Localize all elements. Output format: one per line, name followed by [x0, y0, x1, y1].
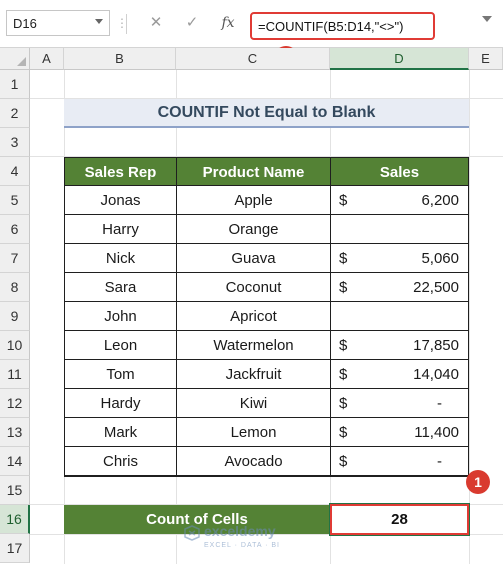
- column-header-b[interactable]: B: [64, 48, 176, 70]
- cell-sales[interactable]: $17,850: [330, 331, 469, 360]
- header-product-name[interactable]: Product Name: [176, 157, 331, 186]
- row-header-5[interactable]: 5: [0, 186, 30, 215]
- row-header-3[interactable]: 3: [0, 128, 30, 157]
- row-header-6[interactable]: 6: [0, 215, 30, 244]
- cell-product[interactable]: Kiwi: [176, 389, 331, 418]
- divider: [126, 14, 127, 34]
- cell-product[interactable]: Watermelon: [176, 331, 331, 360]
- row-header-1[interactable]: 1: [0, 70, 30, 99]
- column-header-a[interactable]: A: [30, 48, 64, 70]
- header-sales[interactable]: Sales: [330, 157, 469, 186]
- cell-sales[interactable]: $ -: [330, 447, 469, 476]
- cell-product[interactable]: Jackfruit: [176, 360, 331, 389]
- cell-sales-rep[interactable]: Harry: [64, 215, 177, 244]
- cell-sales-rep[interactable]: Hardy: [64, 389, 177, 418]
- sales-value: 14,040: [413, 366, 459, 383]
- cell-product[interactable]: Orange: [176, 215, 331, 244]
- row-header-9[interactable]: 9: [0, 302, 30, 331]
- sales-value: 17,850: [413, 337, 459, 354]
- header-sales-rep[interactable]: Sales Rep: [64, 157, 177, 186]
- cell-sales-rep[interactable]: Chris: [64, 447, 177, 476]
- enter-icon[interactable]: ✓: [182, 12, 202, 34]
- sales-value: 22,500: [413, 279, 459, 296]
- formula-bar: D16 ⋮ ✕ ✓ fx =COUNTIF(B5:D14,"<>") 2: [0, 0, 503, 70]
- cell-product[interactable]: Apple: [176, 186, 331, 215]
- row-header-17[interactable]: 17: [0, 534, 30, 563]
- cell-sales-rep[interactable]: Sara: [64, 273, 177, 302]
- sheet-title[interactable]: COUNTIF Not Equal to Blank: [64, 99, 469, 128]
- cell-sales-rep[interactable]: Leon: [64, 331, 177, 360]
- currency-symbol: $: [339, 279, 348, 296]
- cell-sales[interactable]: [330, 302, 469, 331]
- row-header-7[interactable]: 7: [0, 244, 30, 273]
- row-header-16[interactable]: 16: [0, 505, 30, 534]
- cell-product[interactable]: Coconut: [176, 273, 331, 302]
- row-header-15[interactable]: 15: [0, 476, 30, 505]
- currency-symbol: $: [339, 424, 348, 441]
- sales-value: -: [437, 395, 442, 412]
- sales-value: 11,400: [414, 424, 459, 441]
- watermark-name: exceldemy: [204, 523, 276, 539]
- cell-product[interactable]: Avocado: [176, 447, 331, 476]
- cell-sales-rep[interactable]: Tom: [64, 360, 177, 389]
- cancel-icon[interactable]: ✕: [146, 12, 166, 34]
- row-header-12[interactable]: 12: [0, 389, 30, 418]
- row-header-13[interactable]: 13: [0, 418, 30, 447]
- cell-sales[interactable]: $5,060: [330, 244, 469, 273]
- annotation-badge-1: 1: [466, 470, 490, 494]
- exceldemy-logo-icon: [184, 525, 200, 541]
- cell-sales[interactable]: $14,040: [330, 360, 469, 389]
- currency-symbol: $: [339, 192, 348, 209]
- chevron-down-icon[interactable]: [95, 19, 103, 24]
- row-header-10[interactable]: 10: [0, 331, 30, 360]
- cell-sales[interactable]: $ -: [330, 389, 469, 418]
- cell-sales-rep[interactable]: John: [64, 302, 177, 331]
- currency-symbol: $: [339, 337, 348, 354]
- name-box-value: D16: [13, 16, 37, 31]
- cell-sales[interactable]: $6,200: [330, 186, 469, 215]
- row-header-4[interactable]: 4: [0, 157, 30, 186]
- drag-handle-icon[interactable]: ⋮: [116, 12, 128, 34]
- cell-sales[interactable]: $22,500: [330, 273, 469, 302]
- column-header-c[interactable]: C: [176, 48, 330, 70]
- expand-formula-bar-icon[interactable]: [482, 16, 492, 22]
- row-header-11[interactable]: 11: [0, 360, 30, 389]
- cell-sales-rep[interactable]: Nick: [64, 244, 177, 273]
- row-header-2[interactable]: 2: [0, 99, 30, 128]
- cell-sales[interactable]: [330, 215, 469, 244]
- sales-value: 5,060: [421, 250, 459, 267]
- function-icon[interactable]: fx: [218, 12, 238, 34]
- currency-symbol: $: [339, 453, 348, 470]
- currency-symbol: $: [339, 366, 348, 383]
- cell-sales-rep[interactable]: Jonas: [64, 186, 177, 215]
- formula-input[interactable]: =COUNTIF(B5:D14,"<>"): [250, 12, 435, 40]
- watermark-tagline: EXCEL · DATA · BI: [204, 542, 280, 549]
- currency-symbol: $: [339, 250, 348, 267]
- column-header-e[interactable]: E: [469, 48, 503, 70]
- cell-product[interactable]: Lemon: [176, 418, 331, 447]
- cell-product[interactable]: Guava: [176, 244, 331, 273]
- watermark-logo: exceldemy EXCEL · DATA · BI: [182, 523, 332, 561]
- column-header-d[interactable]: D: [330, 48, 469, 70]
- cell-sales[interactable]: $11,400: [330, 418, 469, 447]
- row-header-8[interactable]: 8: [0, 273, 30, 302]
- count-result-cell[interactable]: 28: [330, 504, 469, 535]
- cell-product[interactable]: Apricot: [176, 302, 331, 331]
- currency-symbol: $: [339, 395, 348, 412]
- sales-value: -: [437, 453, 442, 470]
- cell-sales-rep[interactable]: Mark: [64, 418, 177, 447]
- name-box[interactable]: D16: [6, 10, 110, 36]
- sales-value: 6,200: [421, 192, 459, 209]
- row-header-14[interactable]: 14: [0, 447, 30, 476]
- select-all-corner[interactable]: [0, 48, 30, 70]
